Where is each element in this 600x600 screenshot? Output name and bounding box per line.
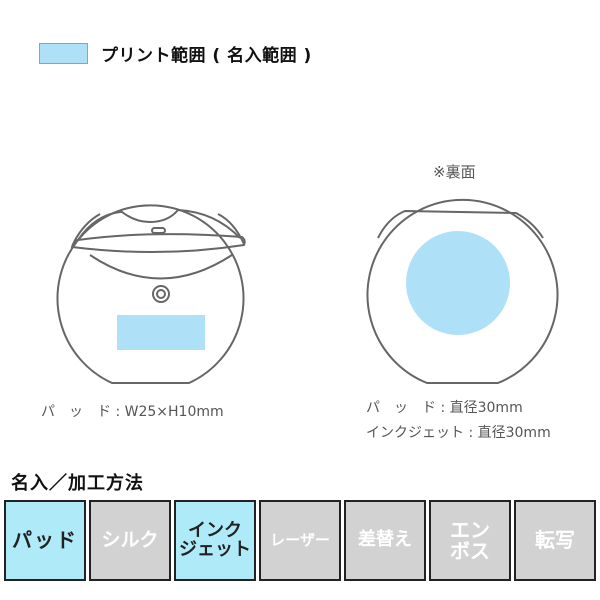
method-emboss: エン ボス — [429, 500, 511, 581]
method-label-line-1: インク — [188, 519, 242, 541]
method-pad: パッド — [4, 500, 86, 581]
method-label-line-1: エン — [450, 517, 490, 542]
method-label: 差替え — [358, 529, 412, 551]
back-caption-inkjet: インクジェット : 直径30mm — [366, 425, 551, 441]
back-caption-pad: パ ッ ド : 直径30mm — [366, 400, 523, 416]
front-button-inner — [156, 289, 166, 299]
front-caption: パ ッ ド : W25×H10mm — [41, 404, 224, 420]
back-note: ※裏面 — [433, 163, 476, 181]
front-lid-front — [70, 233, 246, 254]
method-label: レーザー — [270, 530, 330, 549]
back-print-area — [406, 231, 510, 335]
method-label: 転写 — [535, 528, 575, 552]
method-inkjet: インク ジェット — [174, 500, 256, 581]
method-laser: レーザー — [259, 500, 341, 581]
method-replace: 差替え — [344, 500, 426, 581]
method-label-line-2: ジェット — [179, 538, 251, 560]
method-transfer: 転写 — [514, 500, 596, 581]
method-label-line-2: ボス — [450, 538, 490, 563]
method-label: パッド — [12, 528, 78, 552]
front-button-outer — [152, 285, 170, 303]
front-view — [56, 204, 246, 384]
methods-title: 名入／加工方法 — [11, 473, 144, 494]
method-label: シルク — [101, 528, 159, 551]
front-slot-icon — [151, 227, 166, 234]
front-print-area — [117, 315, 205, 350]
front-lid-bottom — [89, 254, 233, 280]
method-silk: シルク — [89, 500, 171, 581]
